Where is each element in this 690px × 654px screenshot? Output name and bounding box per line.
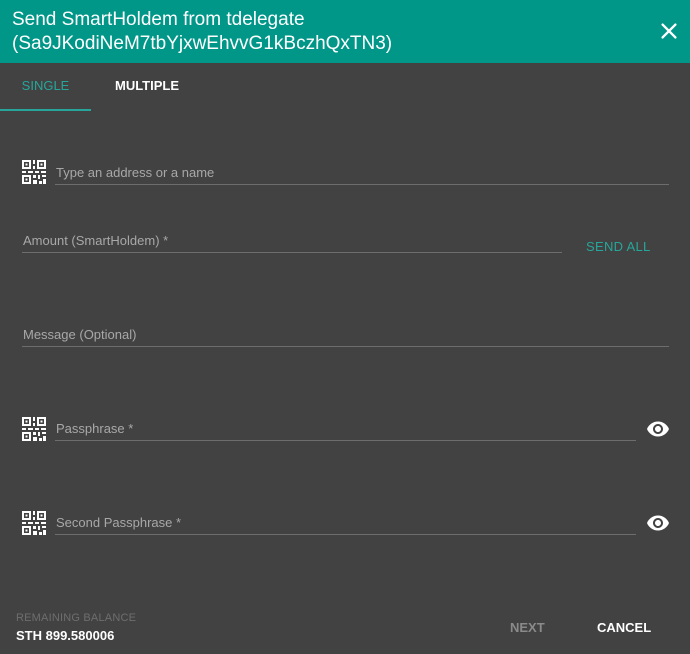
remaining-balance-label: REMAINING BALANCE	[16, 612, 137, 624]
eye-icon[interactable]	[646, 511, 670, 535]
tab-multiple[interactable]: MULTIPLE	[105, 63, 189, 111]
message-underline	[22, 346, 669, 347]
tab-multiple-label: MULTIPLE	[114, 78, 180, 93]
message-input[interactable]: Message (Optional)	[23, 327, 136, 342]
dialog-header: Send SmartHoldem from tdelegate (Sa9JKod…	[0, 0, 690, 63]
address-underline	[55, 184, 669, 185]
passphrase-input[interactable]: Passphrase *	[56, 421, 133, 436]
tab-bar: SINGLE MULTIPLE	[0, 63, 690, 111]
passphrase-underline	[55, 440, 636, 441]
second-passphrase-input[interactable]: Second Passphrase *	[56, 515, 181, 530]
dialog-title-line1: Send SmartHoldem from tdelegate	[12, 9, 305, 30]
send-all-button[interactable]: SEND ALL	[586, 239, 651, 254]
qr-code-icon[interactable]	[22, 511, 46, 535]
qr-code-icon[interactable]	[22, 160, 46, 184]
eye-icon[interactable]	[646, 417, 670, 441]
qr-code-icon[interactable]	[22, 417, 46, 441]
remaining-balance-value: STH 899.580006	[16, 628, 115, 643]
dialog-title-line2: (Sa9JKodiNeM7tbYjxwEhvvG1kBczhQxTN3)	[12, 33, 393, 54]
close-icon[interactable]	[658, 20, 680, 42]
cancel-button[interactable]: CANCEL	[597, 620, 651, 635]
tab-single-label: SINGLE	[21, 78, 70, 93]
address-input[interactable]: Type an address or a name	[56, 165, 214, 180]
amount-underline	[22, 252, 562, 253]
tab-single[interactable]: SINGLE	[0, 63, 91, 111]
amount-input[interactable]: Amount (SmartHoldem) *	[23, 233, 168, 248]
dialog-title: Send SmartHoldem from tdelegate (Sa9JKod…	[12, 8, 632, 56]
active-tab-indicator	[0, 109, 91, 111]
next-button[interactable]: NEXT	[510, 620, 545, 635]
second-passphrase-underline	[55, 534, 636, 535]
